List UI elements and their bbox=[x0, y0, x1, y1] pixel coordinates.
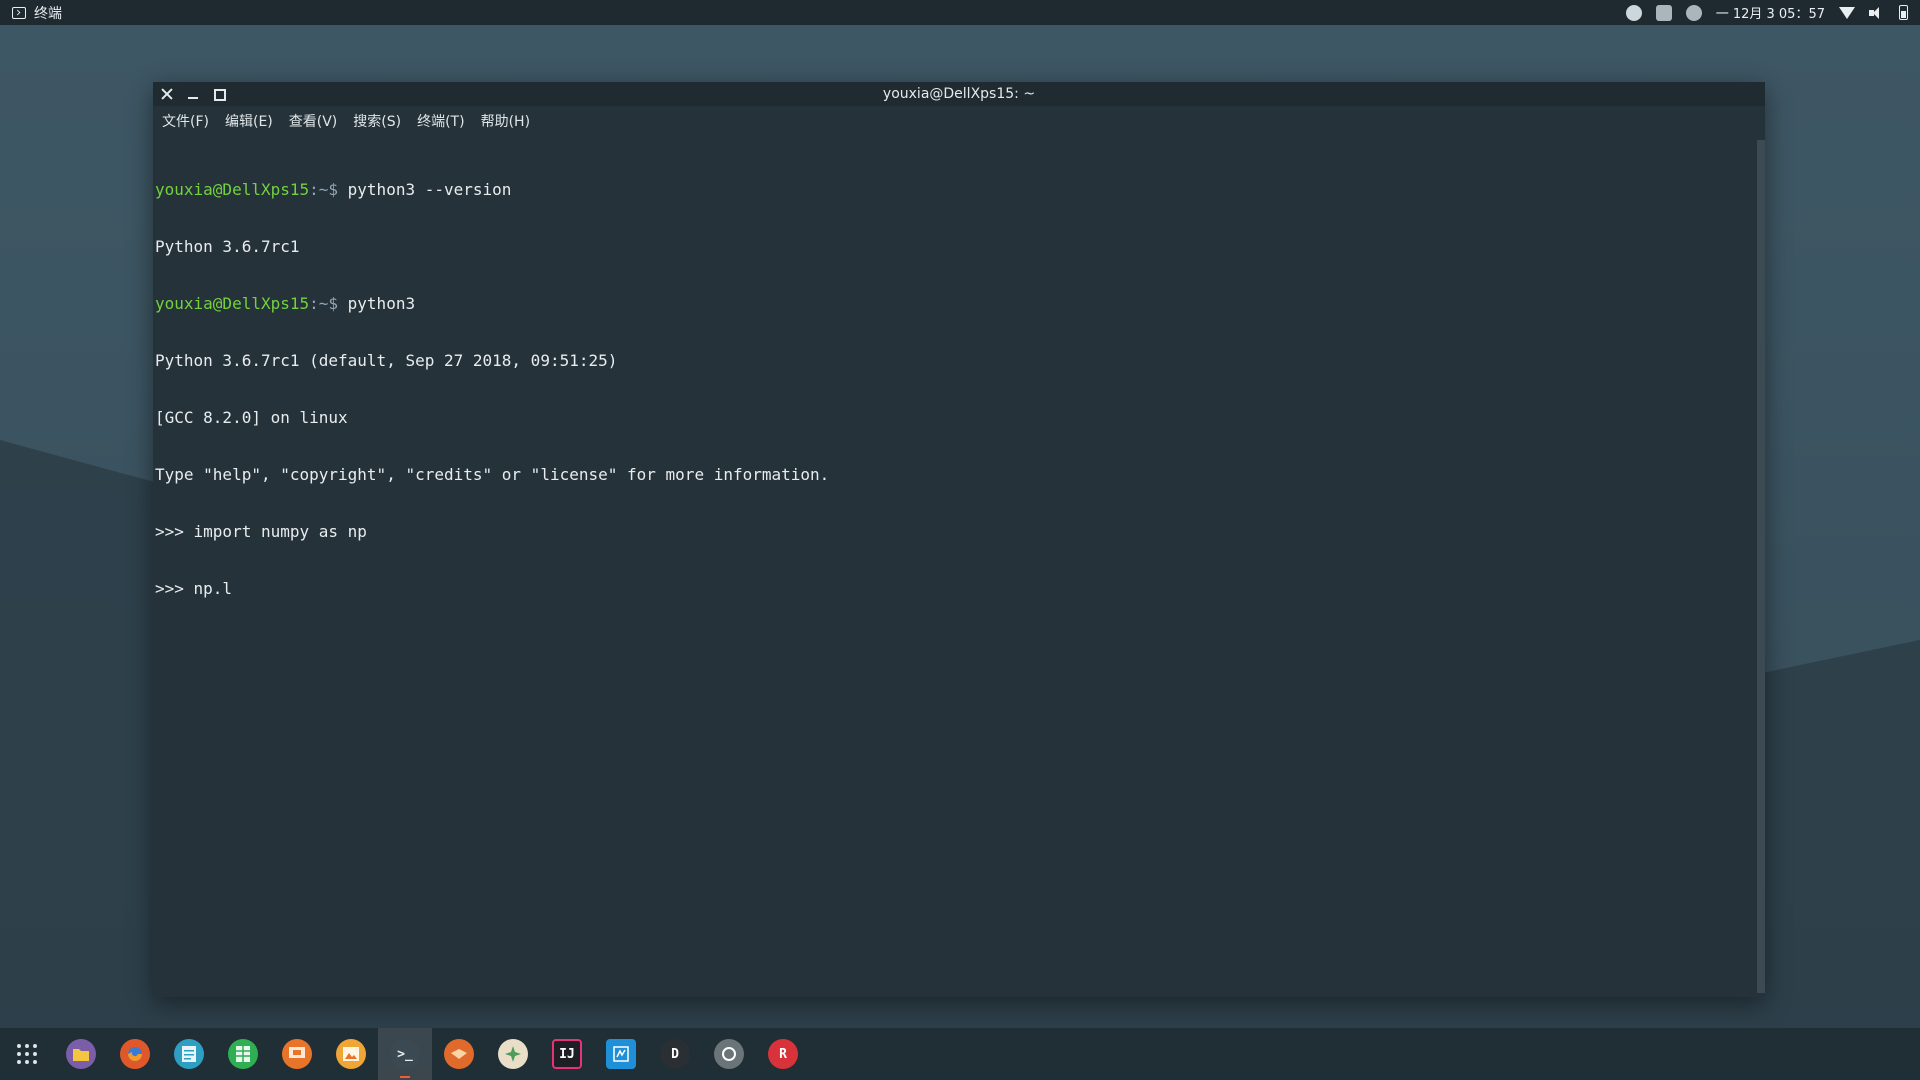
terminal-output[interactable]: youxia@DellXps15:~$ python3 --version Py… bbox=[153, 136, 1755, 997]
terminal-line: youxia@DellXps15:~$ python3 bbox=[155, 294, 1753, 313]
dock-spreadsheet[interactable] bbox=[216, 1028, 270, 1080]
dock-app-launcher[interactable] bbox=[0, 1028, 54, 1080]
prompt-user: youxia@DellXps15 bbox=[155, 180, 310, 199]
terminal-line: youxia@DellXps15:~$ python3 --version bbox=[155, 180, 1753, 199]
prompt-path: :~$ bbox=[309, 294, 348, 313]
system-tray: 一 12月 3 05：57 bbox=[1625, 3, 1920, 22]
presentation-icon bbox=[282, 1039, 312, 1069]
active-app-name: 终端 bbox=[34, 5, 62, 22]
package-icon bbox=[444, 1039, 474, 1069]
window-titlebar[interactable]: youxia@DellXps15: ~ bbox=[153, 82, 1765, 106]
terminal-line: >>> np.l bbox=[155, 579, 233, 598]
command-text: python3 bbox=[347, 294, 416, 313]
window-controls bbox=[161, 82, 226, 106]
close-icon[interactable] bbox=[161, 88, 173, 100]
firefox-icon bbox=[120, 1039, 150, 1069]
volume-icon[interactable] bbox=[1869, 6, 1885, 20]
wifi-icon[interactable] bbox=[1839, 6, 1855, 19]
menu-edit[interactable]: 编辑(E) bbox=[225, 111, 273, 131]
menu-help[interactable]: 帮助(H) bbox=[481, 111, 530, 131]
prompt-path: :~$ bbox=[309, 180, 348, 199]
dock-terminal[interactable]: >_ bbox=[378, 1028, 432, 1080]
dock-settings-app[interactable] bbox=[486, 1028, 540, 1080]
terminal-scrollbar[interactable] bbox=[1757, 140, 1765, 993]
battery-icon[interactable] bbox=[1899, 5, 1908, 20]
code-icon bbox=[606, 1039, 636, 1069]
terminal-icon: >_ bbox=[390, 1039, 420, 1069]
app-indicator-icon[interactable] bbox=[1655, 4, 1672, 21]
dock-code-app[interactable] bbox=[594, 1028, 648, 1080]
terminal-line: Python 3.6.7rc1 (default, Sep 27 2018, 0… bbox=[155, 351, 618, 370]
menu-view[interactable]: 查看(V) bbox=[289, 111, 338, 131]
dock-r-app[interactable]: R bbox=[756, 1028, 810, 1080]
window-title: youxia@DellXps15: ~ bbox=[882, 86, 1036, 102]
terminal-line: >>> import numpy as np bbox=[155, 522, 367, 541]
terminal-icon bbox=[12, 6, 26, 19]
menu-search[interactable]: 搜索(S) bbox=[353, 111, 401, 131]
dock-files[interactable] bbox=[54, 1028, 108, 1080]
grid-icon bbox=[17, 1044, 37, 1064]
intellij-icon: IJ bbox=[552, 1039, 582, 1069]
active-app-indicator[interactable]: 终端 bbox=[0, 3, 62, 23]
minimize-icon[interactable] bbox=[187, 88, 199, 100]
dock-intellij[interactable]: IJ bbox=[540, 1028, 594, 1080]
command-text: python3 --version bbox=[347, 180, 512, 199]
image-icon bbox=[336, 1039, 366, 1069]
menubar: 文件(F) 编辑(E) 查看(V) 搜索(S) 终端(T) 帮助(H) bbox=[153, 106, 1765, 136]
circle-icon bbox=[714, 1039, 744, 1069]
terminal-window: youxia@DellXps15: ~ 文件(F) 编辑(E) 查看(V) 搜索… bbox=[153, 82, 1765, 997]
dock: >_ IJ D R bbox=[0, 1028, 1920, 1080]
r-icon: R bbox=[768, 1039, 798, 1069]
top-panel: 终端 一 12月 3 05：57 bbox=[0, 0, 1920, 25]
dock-firefox[interactable] bbox=[108, 1028, 162, 1080]
spreadsheet-icon bbox=[228, 1039, 258, 1069]
menu-terminal[interactable]: 终端(T) bbox=[417, 111, 464, 131]
star-icon bbox=[498, 1039, 528, 1069]
terminal-line: [GCC 8.2.0] on linux bbox=[155, 408, 348, 427]
keyboard-icon[interactable] bbox=[1685, 4, 1702, 21]
dock-presentation[interactable] bbox=[270, 1028, 324, 1080]
clock[interactable]: 一 12月 3 05：57 bbox=[1716, 3, 1825, 22]
maximize-icon[interactable] bbox=[213, 88, 226, 101]
dock-d-app[interactable]: D bbox=[648, 1028, 702, 1080]
dock-package-manager[interactable] bbox=[432, 1028, 486, 1080]
d-icon: D bbox=[660, 1039, 690, 1069]
menu-file[interactable]: 文件(F) bbox=[162, 111, 209, 131]
dock-text-editor[interactable] bbox=[162, 1028, 216, 1080]
dock-chromium[interactable] bbox=[702, 1028, 756, 1080]
dock-image-viewer[interactable] bbox=[324, 1028, 378, 1080]
chef-hat-icon[interactable] bbox=[1625, 4, 1642, 21]
terminal-line: Python 3.6.7rc1 bbox=[155, 237, 300, 256]
prompt-user: youxia@DellXps15 bbox=[155, 294, 310, 313]
document-icon bbox=[174, 1039, 204, 1069]
folder-icon bbox=[66, 1039, 96, 1069]
terminal-line: Type "help", "copyright", "credits" or "… bbox=[155, 465, 830, 484]
